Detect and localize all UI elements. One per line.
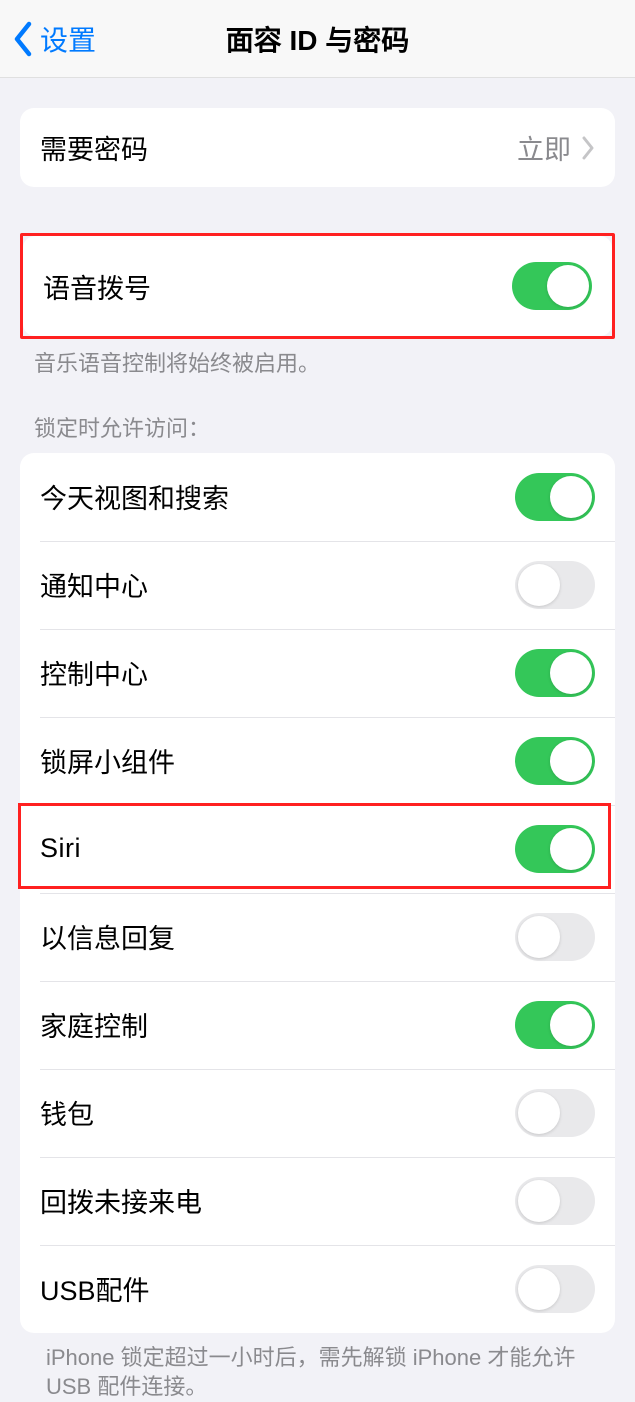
require-passcode-value: 立即 xyxy=(517,128,571,167)
lock-access-item-label: 家庭控制 xyxy=(40,1005,515,1044)
page-title: 面容 ID 与密码 xyxy=(226,19,410,59)
voice-dial-footer: 音乐语音控制将始终被启用。 xyxy=(0,339,635,379)
lock-access-item-label: Siri xyxy=(40,833,515,864)
lock-access-item-toggle[interactable] xyxy=(515,649,595,697)
lock-access-item-toggle[interactable] xyxy=(515,561,595,609)
navigation-header: 设置 面容 ID 与密码 xyxy=(0,0,635,78)
lock-access-item-label: 回拨未接来电 xyxy=(40,1181,515,1220)
highlight-voice-dial: 语音拨号 xyxy=(20,233,615,339)
card-require-passcode: 需要密码 立即 xyxy=(20,108,615,187)
lock-access-item-toggle[interactable] xyxy=(515,473,595,521)
lock-access-item-toggle[interactable] xyxy=(515,737,595,785)
group-voice-dial: 语音拨号 音乐语音控制将始终被启用。 xyxy=(0,233,635,379)
lock-access-item-toggle[interactable] xyxy=(515,913,595,961)
voice-dial-toggle[interactable] xyxy=(512,262,592,310)
back-label: 设置 xyxy=(40,19,96,59)
group-lock-access: 锁定时允许访问： 今天视图和搜索通知中心控制中心锁屏小组件 Siri 以信息回复家庭… xyxy=(0,411,635,1402)
row-lock-access-item: USB配件 xyxy=(20,1245,615,1333)
voice-dial-label: 语音拨号 xyxy=(43,267,512,306)
lock-access-item-toggle[interactable] xyxy=(515,1265,595,1313)
chevron-left-icon xyxy=(12,21,34,57)
card-voice-dial: 语音拨号 xyxy=(23,236,612,336)
lock-access-item-label: 通知中心 xyxy=(40,565,515,604)
settings-content: 需要密码 立即 语音拨号 音乐语音控制将始终被启用。 锁定时允许访问： 今天视图… xyxy=(0,108,635,1402)
lock-access-header: 锁定时允许访问： xyxy=(0,411,635,453)
lock-access-footer: iPhone 锁定超过一小时后，需先解锁 iPhone 才能允许USB 配件连接… xyxy=(0,1333,635,1402)
row-lock-access-item: 控制中心 xyxy=(20,629,615,717)
row-lock-access-item: 钱包 xyxy=(20,1069,615,1157)
group-require-passcode: 需要密码 立即 xyxy=(0,108,635,187)
lock-access-item-label: 今天视图和搜索 xyxy=(40,477,515,516)
lock-access-item-label: USB配件 xyxy=(40,1269,515,1308)
lock-access-item-label: 以信息回复 xyxy=(40,917,515,956)
require-passcode-label: 需要密码 xyxy=(40,128,517,167)
row-lock-access-item: 今天视图和搜索 xyxy=(20,453,615,541)
row-voice-dial: 语音拨号 xyxy=(23,236,612,336)
lock-access-item-toggle[interactable] xyxy=(515,1177,595,1225)
row-require-passcode[interactable]: 需要密码 立即 xyxy=(20,108,615,187)
lock-access-item-toggle[interactable] xyxy=(515,1001,595,1049)
row-lock-access-item: Siri xyxy=(20,805,615,893)
lock-access-item-toggle[interactable] xyxy=(515,1089,595,1137)
row-lock-access-item: 以信息回复 xyxy=(20,893,615,981)
row-lock-access-item: 通知中心 xyxy=(20,541,615,629)
lock-access-item-label: 控制中心 xyxy=(40,653,515,692)
lock-access-item-label: 锁屏小组件 xyxy=(40,741,515,780)
card-lock-access: 今天视图和搜索通知中心控制中心锁屏小组件 Siri 以信息回复家庭控制钱包回拨未接来… xyxy=(20,453,615,1333)
row-lock-access-item: 回拨未接来电 xyxy=(20,1157,615,1245)
back-button[interactable]: 设置 xyxy=(12,19,96,59)
lock-access-item-toggle[interactable] xyxy=(515,825,595,873)
row-lock-access-item: 锁屏小组件 xyxy=(20,717,615,805)
lock-access-item-label: 钱包 xyxy=(40,1093,515,1132)
chevron-right-icon xyxy=(581,136,595,160)
row-lock-access-item: 家庭控制 xyxy=(20,981,615,1069)
